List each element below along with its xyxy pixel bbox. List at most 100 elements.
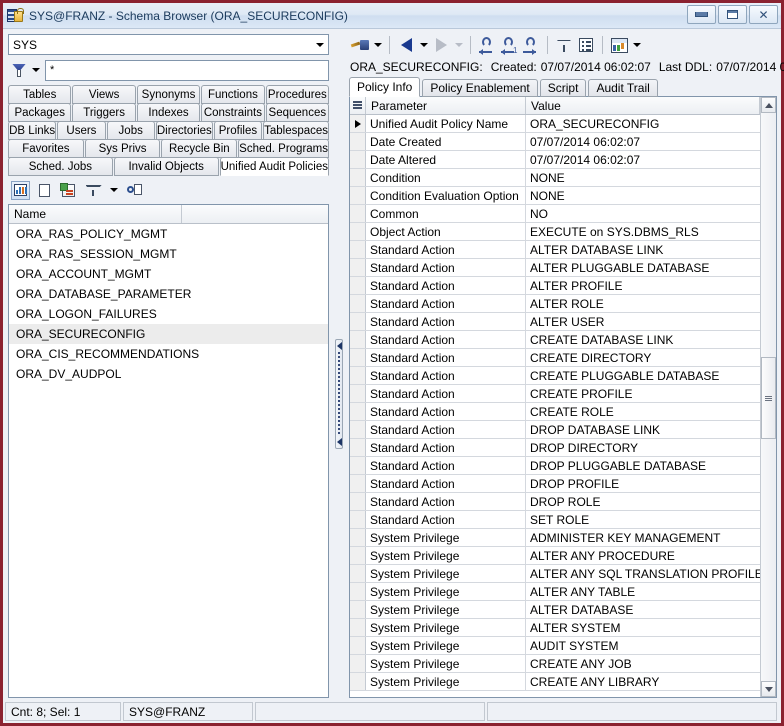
table-row[interactable]: Condition NONE <box>350 169 760 187</box>
row-indicator[interactable] <box>350 331 366 348</box>
row-indicator[interactable] <box>350 439 366 456</box>
table-row[interactable]: Standard Action ALTER ROLE <box>350 295 760 313</box>
row-indicator[interactable] <box>350 259 366 276</box>
table-row[interactable]: Standard Action CREATE PLUGGABLE DATABASE <box>350 367 760 385</box>
scrollbar-track[interactable] <box>761 113 776 681</box>
object-tab-sched-programs[interactable]: Sched. Programs <box>238 139 330 158</box>
back-dropdown-icon[interactable] <box>417 34 430 56</box>
table-row[interactable]: System Privilege ADMINISTER KEY MANAGEMEN… <box>350 529 760 547</box>
refresh-left-icon[interactable] <box>476 34 498 56</box>
object-tab-triggers[interactable]: Triggers <box>72 103 136 122</box>
minimize-button[interactable] <box>687 5 716 24</box>
tab-audit-trail[interactable]: Audit Trail <box>588 79 658 97</box>
row-indicator[interactable] <box>350 133 366 150</box>
table-row[interactable]: Standard Action DROP ROLE <box>350 493 760 511</box>
new-page-icon[interactable] <box>35 181 54 200</box>
link-cut-icon[interactable] <box>125 181 144 200</box>
connect-dropdown-icon[interactable] <box>371 34 384 56</box>
tab-script[interactable]: Script <box>539 79 587 97</box>
table-row[interactable]: System Privilege ALTER DATABASE <box>350 601 760 619</box>
table-row[interactable]: Standard Action CREATE DATABASE LINK <box>350 331 760 349</box>
column-header-value[interactable]: Value <box>526 97 760 114</box>
grid-menu-icon[interactable] <box>350 97 366 114</box>
splitter-arrow-down-icon[interactable] <box>336 438 342 446</box>
column-header-name[interactable]: Name <box>9 205 182 223</box>
row-indicator[interactable] <box>350 403 366 420</box>
row-indicator[interactable] <box>350 313 366 330</box>
filter-icon[interactable] <box>553 34 575 56</box>
object-tab-procedures[interactable]: Procedures <box>265 85 330 104</box>
row-indicator[interactable] <box>350 241 366 258</box>
list-item[interactable]: ORA_DV_AUDPOL <box>9 364 328 384</box>
object-tab-unified-audit-policies[interactable]: Unified Audit Policies <box>219 157 329 176</box>
back-arrow-icon[interactable] <box>395 34 417 56</box>
schema-combo[interactable]: SYS <box>8 34 329 55</box>
refresh-right-icon[interactable] <box>520 34 542 56</box>
row-indicator[interactable] <box>350 151 366 168</box>
row-indicator[interactable] <box>350 565 366 582</box>
row-indicator[interactable] <box>350 349 366 366</box>
row-indicator[interactable] <box>350 673 366 690</box>
refresh-one-icon[interactable]: 1 <box>498 34 520 56</box>
splitter-grip[interactable] <box>335 339 343 449</box>
grid-vertical-scrollbar[interactable] <box>760 97 776 697</box>
table-row[interactable]: Standard Action ALTER USER <box>350 313 760 331</box>
row-indicator[interactable] <box>350 277 366 294</box>
row-indicator[interactable] <box>350 547 366 564</box>
list-item[interactable]: ORA_DATABASE_PARAMETER <box>9 284 328 304</box>
object-tab-tablespaces[interactable]: Tablespaces <box>263 121 330 140</box>
row-indicator[interactable] <box>350 385 366 402</box>
table-row[interactable]: Object Action EXECUTE on SYS.DBMS_RLS <box>350 223 760 241</box>
chart-report-icon[interactable] <box>608 34 630 56</box>
splitter-arrow-up-icon[interactable] <box>336 342 342 350</box>
close-button[interactable]: ✕ <box>749 5 778 24</box>
connect-plug-icon[interactable] <box>349 34 371 56</box>
object-tab-functions[interactable]: Functions <box>201 85 265 104</box>
list-item[interactable]: ORA_LOGON_FAILURES <box>9 304 328 324</box>
table-row[interactable]: Condition Evaluation Option NONE <box>350 187 760 205</box>
table-row[interactable]: Standard Action CREATE ROLE <box>350 403 760 421</box>
object-tab-profiles[interactable]: Profiles <box>213 121 263 140</box>
object-tab-tables[interactable]: Tables <box>8 85 72 104</box>
table-row[interactable]: Standard Action DROP PROFILE <box>350 475 760 493</box>
object-tab-directories[interactable]: Directories <box>155 121 213 140</box>
object-tab-jobs[interactable]: Jobs <box>106 121 155 140</box>
row-indicator[interactable] <box>350 295 366 312</box>
row-indicator[interactable] <box>350 529 366 546</box>
row-indicator[interactable] <box>350 619 366 636</box>
tab-policy-info[interactable]: Policy Info <box>349 77 421 97</box>
maximize-button[interactable] <box>718 5 747 24</box>
list-item[interactable]: ORA_RAS_POLICY_MGMT <box>9 224 328 244</box>
table-row[interactable]: System Privilege CREATE ANY JOB <box>350 655 760 673</box>
object-tab-indexes[interactable]: Indexes <box>136 103 201 122</box>
detail-list-icon[interactable] <box>575 34 597 56</box>
filter-dropdown-icon[interactable] <box>107 179 120 201</box>
scrollbar-thumb[interactable] <box>761 357 776 439</box>
object-tab-sched-jobs[interactable]: Sched. Jobs <box>8 157 113 176</box>
row-indicator[interactable] <box>350 655 366 672</box>
row-indicator[interactable] <box>350 493 366 510</box>
table-row[interactable]: System Privilege AUDIT SYSTEM <box>350 637 760 655</box>
filter-icon[interactable] <box>83 181 102 200</box>
table-row[interactable]: Standard Action ALTER PLUGGABLE DATABASE <box>350 259 760 277</box>
chart-dropdown-icon[interactable] <box>630 34 643 56</box>
pane-splitter[interactable] <box>333 29 345 701</box>
table-row[interactable]: Standard Action DROP DATABASE LINK <box>350 421 760 439</box>
table-row[interactable]: Standard Action ALTER DATABASE LINK <box>350 241 760 259</box>
list-item[interactable]: ORA_CIS_RECOMMENDATIONS <box>9 344 328 364</box>
object-tab-db-links[interactable]: DB Links <box>8 121 57 140</box>
row-indicator[interactable] <box>350 601 366 618</box>
object-tab-views[interactable]: Views <box>72 85 136 104</box>
list-item[interactable]: ORA_RAS_SESSION_MGMT <box>9 244 328 264</box>
object-list[interactable]: Name ORA_RAS_POLICY_MGMT ORA_RAS_SESSION… <box>8 204 329 698</box>
table-row[interactable]: Date Created 07/07/2014 06:02:07 <box>350 133 760 151</box>
object-tab-recycle-bin[interactable]: Recycle Bin <box>161 139 238 158</box>
table-row[interactable]: Common NO <box>350 205 760 223</box>
row-indicator[interactable] <box>350 187 366 204</box>
row-indicator[interactable] <box>350 475 366 492</box>
row-indicator[interactable] <box>350 205 366 222</box>
table-row[interactable]: Standard Action DROP DIRECTORY <box>350 439 760 457</box>
table-row[interactable]: Unified Audit Policy Name ORA_SECURECONFI… <box>350 115 760 133</box>
object-tab-favorites[interactable]: Favorites <box>8 139 84 158</box>
object-tab-constraints[interactable]: Constraints <box>201 103 265 122</box>
